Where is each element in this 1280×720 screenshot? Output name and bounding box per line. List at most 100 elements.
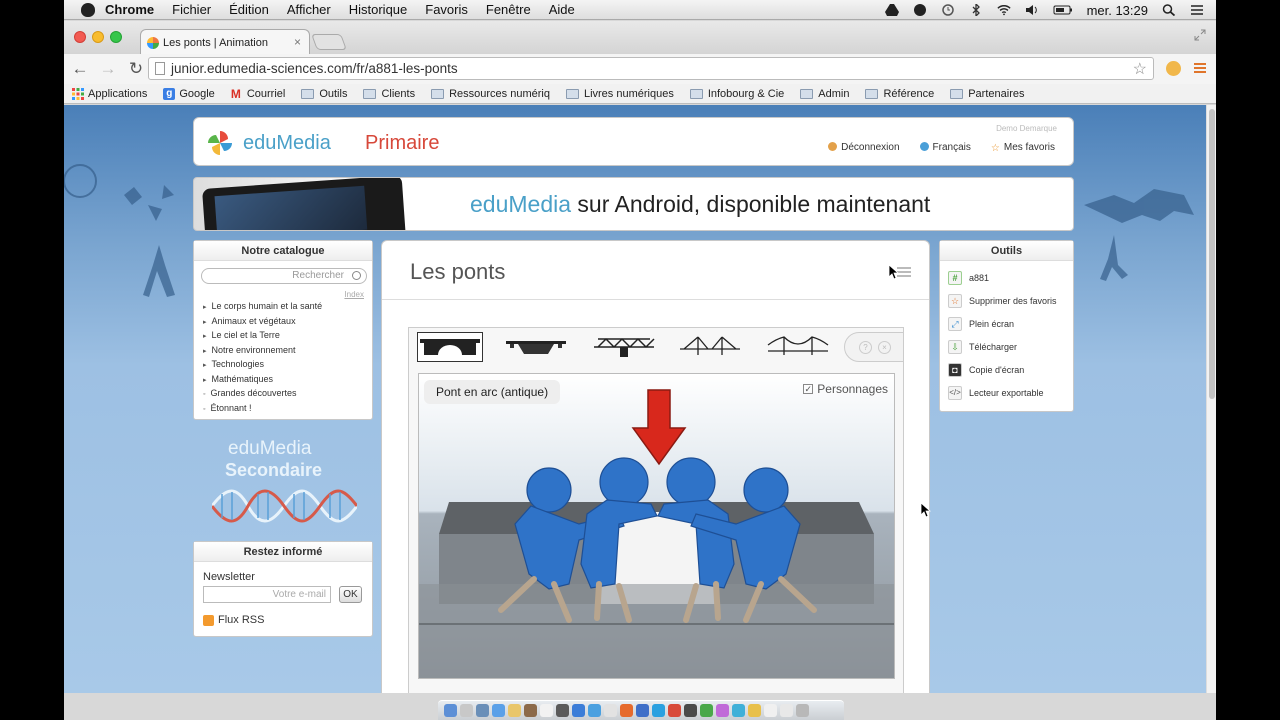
- back-arrow-icon[interactable]: ←: [68, 59, 92, 79]
- page-scrollbar[interactable]: [1206, 105, 1216, 693]
- bookmark-folder-admin[interactable]: Admin: [800, 88, 849, 100]
- cat-icon[interactable]: [913, 4, 927, 16]
- index-link[interactable]: Index: [344, 290, 364, 299]
- cookie-extension-icon[interactable]: [1166, 61, 1181, 76]
- checkbox-checked-icon[interactable]: ✓: [803, 384, 814, 394]
- scrollbar-thumb[interactable]: [1209, 109, 1215, 399]
- mission-control-icon[interactable]: [476, 704, 489, 717]
- battery-icon[interactable]: [1053, 4, 1073, 16]
- safari-icon[interactable]: [492, 704, 505, 717]
- address-bar[interactable]: junior.edumedia-sciences.com/fr/a881-les…: [148, 57, 1154, 80]
- wifi-icon[interactable]: [996, 4, 1011, 16]
- bookmark-folder-clients[interactable]: Clients: [363, 88, 415, 100]
- finder-icon[interactable]: [444, 704, 457, 717]
- bookmark-folder-livres[interactable]: Livres numériques: [565, 88, 674, 100]
- brand-level[interactable]: Primaire: [365, 132, 439, 155]
- bridge-type-beam-tab[interactable]: [503, 332, 569, 362]
- catalog-item[interactable]: ◦ Grandes découvertes: [203, 388, 322, 403]
- panel-menu-icon[interactable]: [897, 267, 911, 277]
- search-icon[interactable]: [352, 271, 361, 280]
- bridge-type-truss-tab[interactable]: [591, 332, 657, 362]
- terminal-icon[interactable]: [684, 704, 697, 717]
- catalog-item[interactable]: ▸ Animaux et végétaux: [203, 316, 322, 331]
- bookmark-folder-ressources[interactable]: Ressources numériq: [431, 88, 550, 100]
- clock[interactable]: mer. 13:29: [1087, 3, 1148, 18]
- help-icon[interactable]: ?: [859, 341, 872, 354]
- bookmark-folder-reference[interactable]: Référence: [865, 88, 934, 100]
- menu-afficher[interactable]: Afficher: [287, 2, 331, 17]
- new-tab-button[interactable]: [311, 34, 347, 50]
- mail-icon[interactable]: [572, 704, 585, 717]
- tool-download[interactable]: ⇩ Télécharger: [948, 340, 1017, 354]
- tool-screenshot[interactable]: ◘ Copie d'écran: [948, 363, 1024, 377]
- time-machine-icon[interactable]: [941, 4, 955, 16]
- trash-icon[interactable]: [796, 704, 809, 717]
- catalog-item[interactable]: ▸ Le ciel et la Terre: [203, 330, 322, 345]
- tool-remove-favorite[interactable]: ☆ Supprimer des favoris: [948, 294, 1057, 308]
- catalog-item[interactable]: ▸ Le corps humain et la santé: [203, 301, 322, 316]
- subscribe-ok-button[interactable]: OK: [339, 586, 362, 603]
- my-favorites-link[interactable]: ☆ Mes favoris: [991, 142, 1055, 154]
- window-close-button[interactable]: [74, 31, 86, 43]
- characters-checkbox[interactable]: ✓ Personnages: [803, 382, 888, 396]
- catalog-search-input[interactable]: Rechercher: [201, 268, 367, 284]
- contacts-icon[interactable]: [524, 704, 537, 717]
- bridge-type-cable-stayed-tab[interactable]: [677, 332, 743, 362]
- logout-link[interactable]: Déconnexion: [828, 142, 900, 153]
- bridge-type-arch-tab[interactable]: [417, 332, 483, 362]
- menu-fichier[interactable]: Fichier: [172, 2, 211, 17]
- skype-icon[interactable]: [652, 704, 665, 717]
- drive-icon[interactable]: [884, 4, 899, 16]
- bookmark-folder-outils[interactable]: Outils: [301, 88, 347, 100]
- secondaire-promo[interactable]: eduMedia Secondaire: [204, 438, 364, 533]
- itunes-icon[interactable]: [716, 704, 729, 717]
- menu-favoris[interactable]: Favoris: [425, 2, 468, 17]
- apple-icon[interactable]: [81, 2, 95, 17]
- app-store-icon[interactable]: [588, 704, 601, 717]
- edumedia-logo-icon[interactable]: [206, 129, 234, 157]
- launchpad-icon[interactable]: [460, 704, 473, 717]
- camera-app-icon[interactable]: [556, 704, 569, 717]
- sunflower-app-icon[interactable]: [748, 704, 761, 717]
- close-icon[interactable]: ×: [878, 341, 891, 354]
- powerpoint-icon[interactable]: [668, 704, 681, 717]
- catalog-item[interactable]: ▸ Notre environnement: [203, 345, 322, 360]
- volume-icon[interactable]: [1025, 4, 1039, 16]
- window-zoom-button[interactable]: [110, 31, 122, 43]
- fullscreen-toggle-icon[interactable]: [1194, 29, 1206, 41]
- bookmark-courriel[interactable]: M Courriel: [231, 88, 286, 100]
- bookmark-star-icon[interactable]: ☆: [1133, 59, 1147, 79]
- tool-id[interactable]: # a881: [948, 271, 989, 285]
- excel-icon[interactable]: [700, 704, 713, 717]
- firefox-icon[interactable]: [620, 704, 633, 717]
- word-icon[interactable]: [636, 704, 649, 717]
- notes-icon[interactable]: [508, 704, 521, 717]
- menu-app-chrome[interactable]: Chrome: [105, 2, 154, 17]
- tool-embed-player[interactable]: </> Lecteur exportable: [948, 386, 1044, 400]
- brand-name[interactable]: eduMedia: [243, 132, 331, 155]
- catalog-item[interactable]: ◦ Étonnant !: [203, 403, 322, 418]
- tool-fullscreen[interactable]: ⤢ Plein écran: [948, 317, 1014, 331]
- menu-edition[interactable]: Édition: [229, 2, 269, 17]
- rss-link[interactable]: Flux RSS: [203, 614, 264, 626]
- forward-arrow-icon[interactable]: →: [96, 59, 120, 79]
- language-link[interactable]: Français: [919, 142, 971, 153]
- bookmark-folder-partenaires[interactable]: Partenaires: [950, 88, 1024, 100]
- browser-tab[interactable]: Les ponts | Animation ×: [140, 29, 310, 55]
- bridge-type-suspension-tab[interactable]: [765, 332, 831, 362]
- notification-center-icon[interactable]: [1190, 4, 1204, 16]
- email-field[interactable]: Votre e-mail: [203, 586, 331, 603]
- window-minimize-button[interactable]: [92, 31, 104, 43]
- bluetooth-icon[interactable]: [969, 4, 983, 16]
- catalog-item[interactable]: ▸ Mathématiques: [203, 374, 322, 389]
- downloads-icon[interactable]: [780, 704, 793, 717]
- android-banner[interactable]: eduMedia sur Android, disponible mainten…: [193, 177, 1074, 231]
- tab-close-icon[interactable]: ×: [294, 35, 301, 49]
- document-icon[interactable]: [764, 704, 777, 717]
- chrome-menu-icon[interactable]: [1193, 62, 1207, 74]
- bookmark-applications[interactable]: Applications: [72, 87, 147, 100]
- calendar-icon[interactable]: [540, 704, 553, 717]
- menu-aide[interactable]: Aide: [549, 2, 575, 17]
- spotlight-search-icon[interactable]: [1162, 4, 1176, 16]
- bookmark-google[interactable]: g Google: [163, 87, 215, 100]
